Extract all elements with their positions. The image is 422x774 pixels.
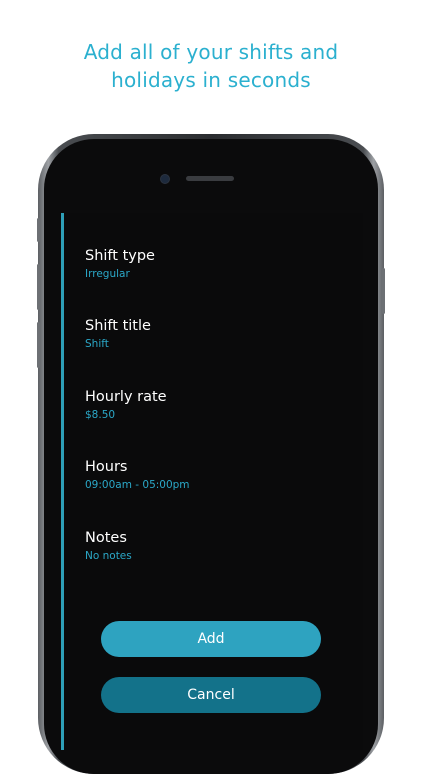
field-label: Hours: [85, 459, 128, 475]
field-shift-type[interactable]: Shift type Irregular: [85, 247, 155, 281]
screen-accent-border: [61, 213, 64, 750]
phone-volume-up: [37, 264, 40, 310]
field-value: No notes: [85, 550, 132, 562]
phone-mute-switch: [37, 218, 40, 242]
field-label: Shift type: [85, 248, 155, 264]
headline-line-1: Add all of your shifts and: [83, 40, 339, 64]
field-value: 09:00am - 05:00pm: [85, 479, 190, 491]
promo-headline: Add all of your shifts and holidays in s…: [0, 38, 422, 94]
phone-screen: Shift type Irregular Shift title Shift H…: [61, 213, 363, 750]
front-camera-icon: [160, 174, 170, 184]
field-value: Shift: [85, 338, 109, 350]
field-notes[interactable]: Notes No notes: [85, 529, 132, 563]
field-label: Notes: [85, 530, 127, 546]
add-button[interactable]: Add: [101, 621, 321, 657]
field-hourly-rate[interactable]: Hourly rate $8.50: [85, 388, 167, 422]
field-label: Hourly rate: [85, 389, 167, 405]
field-label: Shift title: [85, 318, 151, 334]
field-shift-title[interactable]: Shift title Shift: [85, 317, 151, 351]
cancel-button[interactable]: Cancel: [101, 677, 321, 713]
phone-volume-down: [37, 322, 40, 368]
earpiece-speaker: [186, 176, 234, 181]
field-value: Irregular: [85, 268, 130, 280]
field-value: $8.50: [85, 409, 116, 421]
headline-line-2: holidays in seconds: [111, 68, 311, 92]
phone-power-button: [382, 268, 385, 314]
field-hours[interactable]: Hours 09:00am - 05:00pm: [85, 458, 190, 492]
